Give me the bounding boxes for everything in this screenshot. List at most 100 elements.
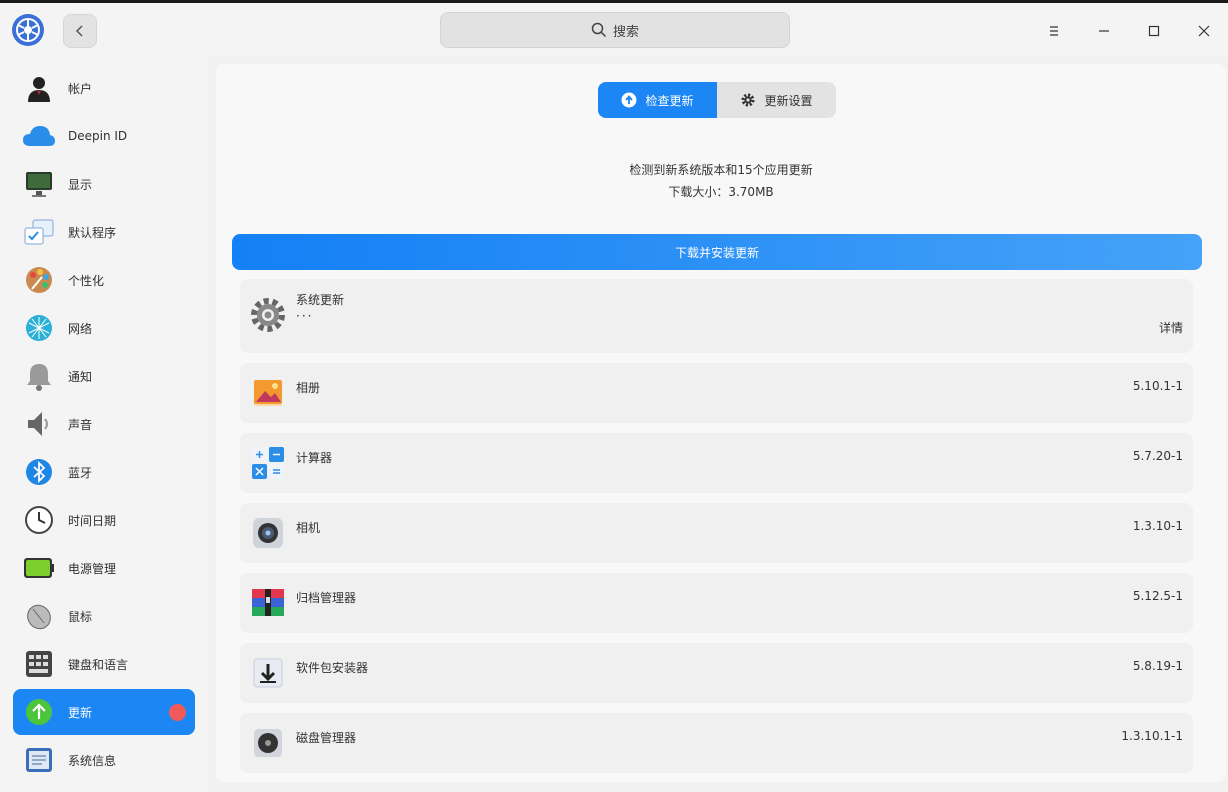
- close-button[interactable]: [1190, 17, 1218, 45]
- app-version: 5.7.20-1: [1132, 449, 1183, 463]
- sidebar-item-label: 系统信息: [68, 753, 117, 768]
- sidebar-item-label: 键盘和语言: [68, 657, 129, 672]
- sidebar-item-label: 默认程序: [68, 225, 117, 240]
- list-item: 相机 1.3.10-1: [240, 503, 1193, 563]
- app-logo-icon[interactable]: [12, 14, 44, 46]
- download-install-button[interactable]: 下载并安装更新: [232, 234, 1202, 270]
- app-name: 软件包安装器: [296, 661, 369, 675]
- battery-icon: [22, 551, 56, 585]
- sidebar-item-notification[interactable]: 通知: [13, 353, 195, 399]
- list-item: 软件包安装器 5.8.19-1: [240, 643, 1193, 703]
- tab-update-settings[interactable]: 更新设置: [717, 82, 836, 118]
- back-button[interactable]: [63, 14, 97, 48]
- sidebar-item-datetime[interactable]: 时间日期: [13, 497, 195, 543]
- sidebar: 帐户 Deepin ID 显示 默认程序 个性化 网络 通知 声音 蓝牙 时间日…: [0, 56, 208, 792]
- sidebar-item-power[interactable]: 电源管理: [13, 545, 195, 591]
- minimize-icon: [1099, 30, 1109, 32]
- title-bar: 搜索: [0, 0, 1228, 56]
- calculator-icon: [250, 445, 286, 481]
- app-version: 5.8.19-1: [1132, 659, 1183, 673]
- album-icon: [250, 375, 286, 411]
- camera-icon: [250, 515, 286, 551]
- package-installer-icon: [250, 655, 286, 691]
- tab-label: 更新设置: [764, 93, 813, 108]
- search-input[interactable]: 搜索: [440, 12, 790, 48]
- app-name: 计算器: [296, 451, 333, 465]
- archive-icon: [250, 585, 286, 621]
- list-item: 计算器 5.7.20-1: [240, 433, 1193, 493]
- menu-button[interactable]: [1040, 17, 1068, 45]
- tab-bar: 检查更新 更新设置: [598, 82, 836, 118]
- app-version: 1.3.10-1: [1132, 519, 1183, 533]
- sidebar-item-deepin-id[interactable]: Deepin ID: [13, 113, 195, 159]
- sidebar-item-mouse[interactable]: 鼠标: [13, 593, 195, 639]
- app-version: 5.12.5-1: [1132, 589, 1183, 603]
- sidebar-item-label: 更新: [68, 705, 93, 720]
- download-size-text: 下载大小：3.70MB: [668, 185, 774, 199]
- bluetooth-icon: [22, 455, 56, 489]
- sidebar-item-label: 时间日期: [68, 513, 117, 528]
- tab-label: 检查更新: [645, 93, 694, 108]
- sidebar-item-label: 显示: [68, 177, 93, 192]
- arrow-up-circle-icon: [621, 92, 637, 108]
- app-name: 相机: [296, 521, 321, 535]
- close-icon: [1198, 25, 1210, 37]
- app-version: 1.3.10.1-1: [1121, 729, 1183, 743]
- gear-icon: [250, 297, 286, 333]
- minimize-button[interactable]: [1090, 17, 1118, 45]
- default-apps-icon: [22, 215, 56, 249]
- update-badge: [169, 704, 186, 721]
- sidebar-item-label: 鼠标: [68, 609, 93, 624]
- list-item: 相册 5.10.1-1: [240, 363, 1193, 423]
- update-status-text: 检测到新系统版本和15个应用更新: [629, 163, 813, 177]
- system-update-progress: ···: [296, 309, 314, 323]
- sidebar-item-bluetooth[interactable]: 蓝牙: [13, 449, 195, 495]
- cloud-icon: [22, 119, 56, 153]
- sidebar-item-label: Deepin ID: [68, 129, 128, 143]
- maximize-icon: [1148, 25, 1160, 37]
- update-icon: [22, 695, 56, 729]
- bell-icon: [22, 359, 56, 393]
- main-panel: 检查更新 更新设置 检测到新系统版本和15个应用更新 下载大小：3.70MB 下…: [216, 64, 1226, 782]
- sidebar-item-network[interactable]: 网络: [13, 305, 195, 351]
- list-item: 归档管理器 5.12.5-1: [240, 573, 1193, 633]
- sidebar-item-label: 电源管理: [68, 561, 117, 576]
- app-name: 归档管理器: [296, 591, 357, 605]
- app-name: 相册: [296, 381, 321, 395]
- sidebar-item-sound[interactable]: 声音: [13, 401, 195, 447]
- sidebar-item-keyboard[interactable]: 键盘和语言: [13, 641, 195, 687]
- chevron-left-icon: [75, 25, 83, 37]
- mouse-icon: [22, 599, 56, 633]
- search-placeholder: 搜索: [612, 24, 639, 40]
- speaker-icon: [22, 407, 56, 441]
- system-update-item: 系统更新 ··· 详情: [240, 279, 1193, 353]
- sidebar-item-update[interactable]: 更新: [13, 689, 195, 735]
- sidebar-item-label: 个性化: [68, 273, 105, 288]
- details-link[interactable]: 详情: [1159, 319, 1183, 336]
- sidebar-item-label: 帐户: [68, 81, 93, 96]
- sidebar-item-label: 蓝牙: [68, 465, 93, 480]
- sidebar-item-label: 声音: [68, 417, 93, 432]
- keyboard-icon: [22, 647, 56, 681]
- sidebar-item-label: 网络: [68, 321, 93, 336]
- app-name: 磁盘管理器: [296, 731, 357, 745]
- sidebar-item-system-info[interactable]: 系统信息: [13, 737, 195, 783]
- sidebar-item-default-apps[interactable]: 默认程序: [13, 209, 195, 255]
- search-icon: [591, 22, 607, 38]
- sidebar-item-account[interactable]: 帐户: [13, 65, 195, 111]
- maximize-button[interactable]: [1140, 17, 1168, 45]
- display-icon: [22, 167, 56, 201]
- sidebar-item-personalization[interactable]: 个性化: [13, 257, 195, 303]
- gear-icon: [741, 93, 755, 107]
- system-update-name: 系统更新: [296, 293, 345, 307]
- app-version: 5.10.1-1: [1132, 379, 1183, 393]
- system-info-icon: [22, 743, 56, 777]
- sidebar-item-label: 通知: [68, 369, 93, 384]
- disk-manager-icon: [250, 725, 286, 761]
- palette-icon: [22, 263, 56, 297]
- account-icon: [22, 71, 56, 105]
- list-item: 磁盘管理器 1.3.10.1-1: [240, 713, 1193, 773]
- tab-check-update[interactable]: 检查更新: [598, 82, 717, 118]
- menu-icon: [1050, 26, 1058, 36]
- sidebar-item-display[interactable]: 显示: [13, 161, 195, 207]
